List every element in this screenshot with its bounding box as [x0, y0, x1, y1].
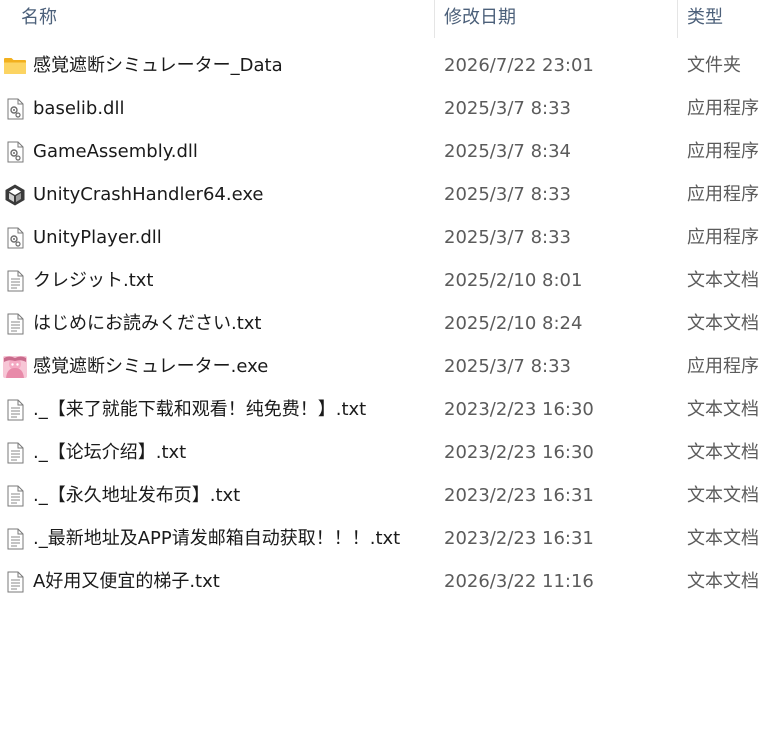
column-header-name[interactable]: 名称: [21, 0, 57, 38]
column-divider[interactable]: [677, 0, 678, 38]
file-date: 2023/2/23 16:30: [444, 399, 594, 420]
file-date: 2025/3/7 8:33: [444, 184, 571, 205]
file-type: 文本文档: [687, 485, 759, 506]
text-file-icon: [3, 484, 27, 508]
file-name: UnityCrashHandler64.exe: [33, 184, 264, 205]
file-date: 2026/7/22 23:01: [444, 55, 594, 76]
file-type: 文本文档: [687, 399, 759, 420]
folder-icon: [3, 54, 27, 78]
file-type: 文本文档: [687, 270, 759, 291]
file-row[interactable]: クレジット.txt 2025/2/10 8:01 文本文档: [0, 259, 759, 302]
file-type: 应用程序: [687, 184, 759, 205]
file-type: 文本文档: [687, 571, 759, 592]
file-list: 感覚遮断シミュレーター_Data 2026/7/22 23:01 文件夹 bas…: [0, 44, 759, 603]
file-row[interactable]: ._【来了就能下载和观看！纯免费！】.txt 2023/2/23 16:30 文…: [0, 388, 759, 431]
text-file-icon: [3, 269, 27, 293]
file-row[interactable]: ._【论坛介绍】.txt 2023/2/23 16:30 文本文档: [0, 431, 759, 474]
file-name: はじめにお読みください.txt: [33, 313, 262, 334]
file-row[interactable]: baselib.dll 2025/3/7 8:33 应用程序: [0, 87, 759, 130]
file-type: 文本文档: [687, 313, 759, 334]
column-header-date[interactable]: 修改日期: [444, 0, 516, 38]
text-file-icon: [3, 527, 27, 551]
file-name: 感覚遮断シミュレーター_Data: [33, 55, 283, 76]
file-type: 应用程序: [687, 227, 759, 248]
file-name: ._【永久地址发布页】.txt: [33, 485, 241, 506]
file-type: 文件夹: [687, 55, 741, 76]
file-row[interactable]: A好用又便宜的梯子.txt 2026/3/22 11:16 文本文档: [0, 560, 759, 603]
file-row[interactable]: はじめにお読みください.txt 2025/2/10 8:24 文本文档: [0, 302, 759, 345]
text-file-icon: [3, 441, 27, 465]
file-name: 感覚遮断シミュレーター.exe: [33, 356, 269, 377]
column-header-bar: 名称 ^ 修改日期 类型: [0, 0, 759, 38]
file-type: 应用程序: [687, 356, 759, 377]
file-type: 文本文档: [687, 528, 759, 549]
unity-logo-icon: [3, 183, 27, 207]
file-date: 2023/2/23 16:30: [444, 442, 594, 463]
sort-arrow-icon: ^: [217, 0, 231, 5]
file-name: A好用又便宜的梯子.txt: [33, 571, 220, 592]
file-date: 2025/3/7 8:33: [444, 98, 571, 119]
file-date: 2023/2/23 16:31: [444, 528, 594, 549]
file-name: baselib.dll: [33, 98, 125, 119]
file-date: 2025/3/7 8:33: [444, 356, 571, 377]
file-row[interactable]: UnityPlayer.dll 2025/3/7 8:33 应用程序: [0, 216, 759, 259]
file-name: ._【论坛介绍】.txt: [33, 442, 187, 463]
file-date: 2025/3/7 8:34: [444, 141, 571, 162]
file-row[interactable]: UnityCrashHandler64.exe 2025/3/7 8:33 应用…: [0, 173, 759, 216]
dll-file-icon: [3, 226, 27, 250]
file-row[interactable]: GameAssembly.dll 2025/3/7 8:34 应用程序: [0, 130, 759, 173]
file-date: 2025/2/10 8:01: [444, 270, 583, 291]
column-divider[interactable]: [434, 0, 435, 38]
file-row[interactable]: ._【永久地址发布页】.txt 2023/2/23 16:31 文本文档: [0, 474, 759, 517]
file-row[interactable]: ._最新地址及APP请发邮箱自动获取！！！.txt 2023/2/23 16:3…: [0, 517, 759, 560]
file-row[interactable]: 感覚遮断シミュレーター.exe 2025/3/7 8:33 应用程序: [0, 345, 759, 388]
file-name: ._【来了就能下载和观看！纯免费！】.txt: [33, 399, 367, 420]
file-date: 2023/2/23 16:31: [444, 485, 594, 506]
column-header-type[interactable]: 类型: [687, 0, 723, 38]
file-date: 2025/3/7 8:33: [444, 227, 571, 248]
file-row[interactable]: 感覚遮断シミュレーター_Data 2026/7/22 23:01 文件夹: [0, 44, 759, 87]
file-date: 2025/2/10 8:24: [444, 313, 583, 334]
file-name: ._最新地址及APP请发邮箱自动获取！！！.txt: [33, 528, 401, 549]
game-app-icon: [3, 355, 27, 379]
dll-file-icon: [3, 97, 27, 121]
file-type: 文本文档: [687, 442, 759, 463]
file-name: UnityPlayer.dll: [33, 227, 162, 248]
file-name: クレジット.txt: [33, 270, 154, 291]
text-file-icon: [3, 312, 27, 336]
file-type: 应用程序: [687, 141, 759, 162]
file-type: 应用程序: [687, 98, 759, 119]
file-name: GameAssembly.dll: [33, 141, 198, 162]
text-file-icon: [3, 570, 27, 594]
dll-file-icon: [3, 140, 27, 164]
file-date: 2026/3/22 11:16: [444, 571, 594, 592]
text-file-icon: [3, 398, 27, 422]
